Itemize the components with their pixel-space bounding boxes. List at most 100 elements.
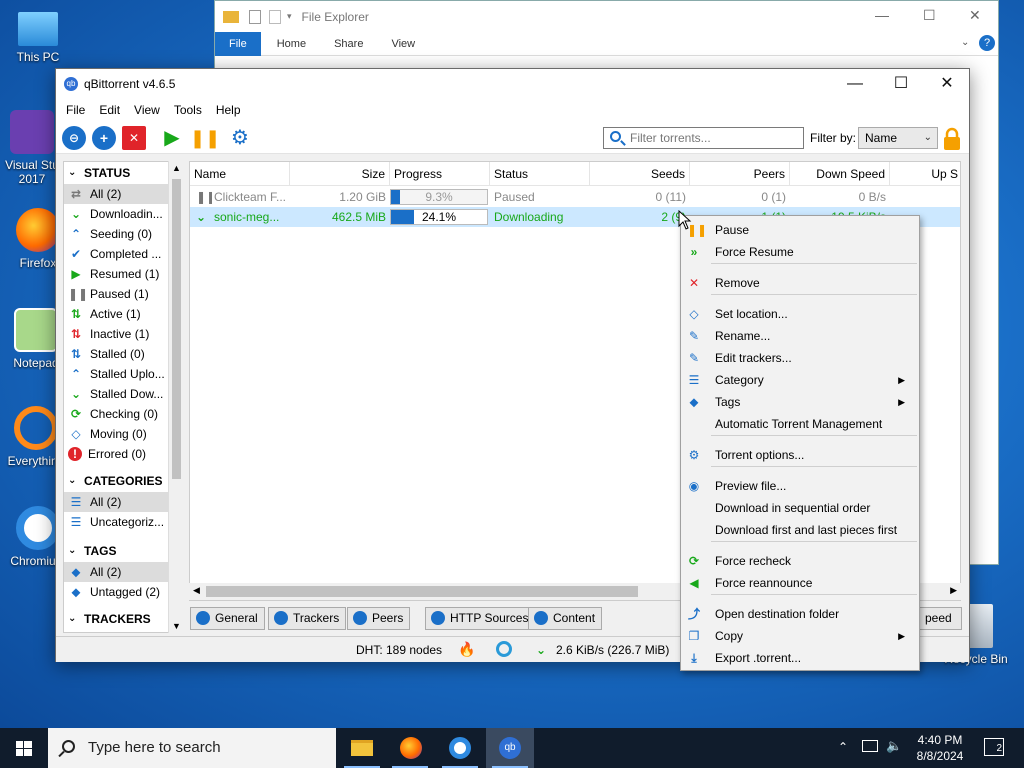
status-filter-resumed[interactable]: ▶ Resumed (1) (64, 264, 182, 284)
tab-content[interactable]: Content (528, 607, 603, 630)
menu-item-category[interactable]: ☰ Category ▶ (681, 369, 919, 391)
menu-item-remove[interactable]: ✕ Remove (681, 272, 919, 294)
menu-item-force-resume[interactable]: » Force Resume (681, 241, 919, 263)
tab-http-sources[interactable]: HTTP Sources (425, 607, 536, 630)
taskbar-file-explorer[interactable] (338, 728, 386, 768)
column-status[interactable]: Status (490, 162, 590, 186)
resume-icon[interactable]: ▶ (160, 126, 184, 150)
category-item-all[interactable]: ☰ All (2) (64, 492, 182, 512)
column-seeds[interactable]: Seeds (590, 162, 690, 186)
categories-section-header[interactable]: ⌄ CATEGORIES (64, 470, 182, 492)
tab-speed[interactable]: peed (918, 607, 962, 630)
volume-icon[interactable]: 🔈 (886, 738, 902, 754)
minimize-icon[interactable]: — (832, 69, 878, 99)
menu-item-pause[interactable]: ❚❚ Pause (681, 219, 919, 241)
add-torrent-link-icon[interactable]: ⊖ (62, 126, 86, 150)
pause-icon[interactable]: ❚❚ (190, 126, 220, 150)
status-filter-completed[interactable]: ✔ Completed ... (64, 244, 182, 264)
status-filter-paused[interactable]: ❚❚ Paused (1) (64, 284, 182, 304)
ribbon-tab-share[interactable]: Share (320, 32, 377, 56)
column-size[interactable]: Size (290, 162, 390, 186)
tab-general[interactable]: General (190, 607, 265, 630)
filter-by-select[interactable]: Name ⌄ (858, 127, 938, 149)
status-filter-active[interactable]: ⇅ Active (1) (64, 304, 182, 324)
new-folder-icon[interactable] (269, 9, 281, 24)
tag-item-untagged[interactable]: ⬥ Untagged (2) (64, 582, 182, 602)
menu-item-set-location[interactable]: ◇ Set location... (681, 303, 919, 325)
tag-item-all[interactable]: ⬥ All (2) (64, 562, 182, 582)
taskbar-search-box[interactable]: Type here to search (48, 728, 336, 768)
maximize-icon[interactable]: ☐ (878, 69, 924, 99)
menu-file[interactable]: File (59, 103, 92, 117)
close-icon[interactable]: ✕ (924, 69, 970, 99)
options-gear-icon[interactable]: ⚙ (228, 126, 252, 150)
menu-tools[interactable]: Tools (167, 103, 209, 117)
trackers-section-header[interactable]: ⌄ TRACKERS (64, 608, 182, 630)
menu-item-download-first-and-last-pieces-first[interactable]: Download first and last pieces first (681, 519, 919, 541)
filter-torrents-input[interactable]: Filter torrents... (603, 127, 804, 149)
windows-start-icon[interactable] (0, 728, 48, 768)
category-item-uncategorized[interactable]: ☰ Uncategoriz... (64, 512, 182, 532)
scroll-right-icon[interactable]: ▶ (950, 585, 957, 596)
tab-peers[interactable]: Peers (347, 607, 411, 630)
ribbon-tab-file[interactable]: File (215, 31, 261, 56)
help-icon[interactable]: ? (979, 35, 995, 51)
delete-torrent-icon[interactable]: ✕ (122, 126, 146, 150)
column-peers[interactable]: Peers (690, 162, 790, 186)
column-progress[interactable]: Progress (390, 162, 490, 186)
status-filter-errored[interactable]: ! Errored (0) (64, 444, 182, 464)
status-filter-downloading[interactable]: ⌄ Downloadin... (64, 204, 182, 224)
tags-section-header[interactable]: ⌄ TAGS (64, 540, 182, 562)
column-down-speed[interactable]: Down Speed (790, 162, 890, 186)
status-filter-inactive[interactable]: ⇅ Inactive (1) (64, 324, 182, 344)
menu-help[interactable]: Help (209, 103, 248, 117)
column-up-speed[interactable]: Up S (890, 162, 960, 186)
lock-icon[interactable] (942, 127, 962, 151)
close-icon[interactable]: ✕ (969, 7, 981, 24)
status-filter-stalled-upload[interactable]: ⌃ Stalled Uplo... (64, 364, 182, 384)
taskbar-qbittorrent[interactable]: qb (486, 728, 534, 768)
table-row[interactable]: ❚❚ Clickteam F... 1.20 GiB 9.3% Paused 0… (190, 187, 960, 207)
taskbar-chromium[interactable] (436, 728, 484, 768)
show-hidden-icons-icon[interactable]: ⌃ (838, 740, 848, 754)
ribbon-expand-icon[interactable]: ⌄ (961, 37, 969, 48)
maximize-icon[interactable]: ☐ (923, 7, 936, 24)
status-filter-stalled[interactable]: ⇅ Stalled (0) (64, 344, 182, 364)
menu-item-open-destination-folder[interactable]: ⤴ Open destination folder (681, 603, 919, 625)
ribbon-tab-view[interactable]: View (377, 32, 429, 56)
clock[interactable]: 4:40 PM 8/8/2024 (912, 732, 968, 764)
column-name[interactable]: Name (190, 162, 290, 186)
properties-icon[interactable] (249, 9, 261, 24)
menu-item-export-torrent[interactable]: ⤓ Export .torrent... (681, 647, 919, 669)
menu-item-force-recheck[interactable]: ⟳ Force recheck (681, 550, 919, 572)
file-explorer-titlebar[interactable]: ▾ File Explorer — ☐ ✕ (215, 1, 998, 32)
speed-limit-icon[interactable] (496, 641, 512, 657)
table-scroll-thumb[interactable] (206, 586, 638, 597)
qbittorrent-titlebar[interactable]: qb qBittorrent v4.6.5 — ☐ ✕ (56, 69, 969, 99)
sidebar-scrollbar[interactable]: ▲ ▼ (168, 161, 183, 633)
sidebar-scroll-thumb[interactable] (172, 179, 181, 479)
status-filter-all[interactable]: ⇄ All (2) (64, 184, 182, 204)
notification-center-icon[interactable]: 2 (984, 738, 1004, 756)
menu-item-rename[interactable]: ✎ Rename... (681, 325, 919, 347)
status-filter-checking[interactable]: ⟳ Checking (0) (64, 404, 182, 424)
taskbar-firefox[interactable] (386, 728, 434, 768)
add-torrent-file-icon[interactable]: + (92, 126, 116, 150)
scroll-down-icon[interactable]: ▼ (172, 621, 181, 631)
menu-item-preview-file[interactable]: ◉ Preview file... (681, 475, 919, 497)
network-icon[interactable] (862, 740, 878, 752)
scroll-left-icon[interactable]: ◀ (193, 585, 200, 596)
menu-item-tags[interactable]: ⬥ Tags ▶ (681, 391, 919, 413)
menu-item-edit-trackers[interactable]: ✎ Edit trackers... (681, 347, 919, 369)
menu-item-copy[interactable]: ❐ Copy ▶ (681, 625, 919, 647)
status-filter-seeding[interactable]: ⌃ Seeding (0) (64, 224, 182, 244)
menu-item-download-in-sequential-order[interactable]: Download in sequential order (681, 497, 919, 519)
quick-access-dropdown-icon[interactable]: ▾ (287, 11, 292, 22)
tab-trackers[interactable]: Trackers (268, 607, 347, 630)
ribbon-tab-home[interactable]: Home (263, 32, 320, 56)
menu-edit[interactable]: Edit (92, 103, 127, 117)
menu-view[interactable]: View (127, 103, 167, 117)
menu-item-automatic-torrent-management[interactable]: Automatic Torrent Management (681, 413, 919, 435)
status-section-header[interactable]: ⌄ STATUS (64, 162, 182, 184)
status-filter-moving[interactable]: ◇ Moving (0) (64, 424, 182, 444)
